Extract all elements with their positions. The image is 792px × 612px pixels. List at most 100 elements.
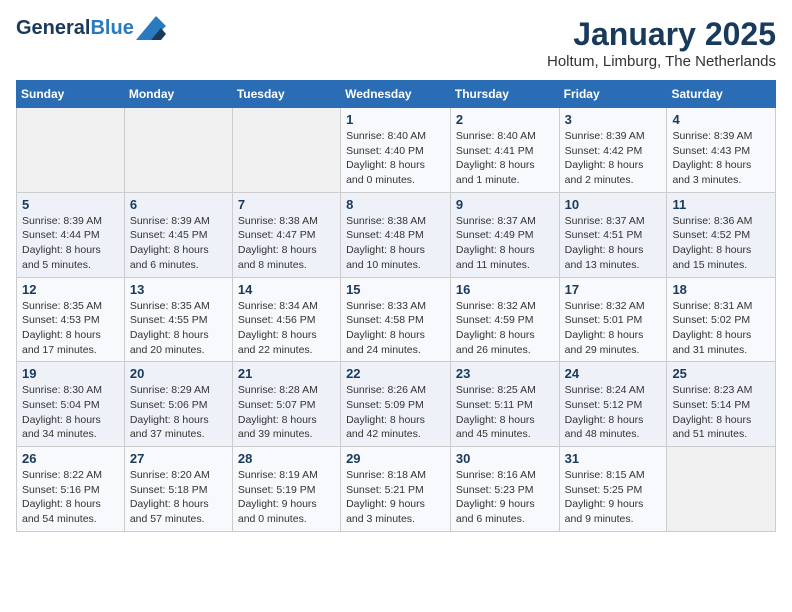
day-number: 23 <box>456 366 554 381</box>
day-info: Sunrise: 8:33 AMSunset: 4:58 PMDaylight:… <box>346 299 445 358</box>
day-info: Sunrise: 8:38 AMSunset: 4:48 PMDaylight:… <box>346 214 445 273</box>
calendar-cell: 11 Sunrise: 8:36 AMSunset: 4:52 PMDayligh… <box>667 192 776 277</box>
calendar-cell: 7 Sunrise: 8:38 AMSunset: 4:47 PMDaylight… <box>232 192 340 277</box>
day-info: Sunrise: 8:39 AMSunset: 4:43 PMDaylight:… <box>672 129 770 188</box>
day-number: 4 <box>672 112 770 127</box>
day-number: 20 <box>130 366 227 381</box>
calendar-cell: 14 Sunrise: 8:34 AMSunset: 4:56 PMDayligh… <box>232 277 340 362</box>
day-number: 7 <box>238 197 335 212</box>
day-number: 9 <box>456 197 554 212</box>
calendar-cell: 17 Sunrise: 8:32 AMSunset: 5:01 PMDayligh… <box>559 277 667 362</box>
calendar-cell <box>124 108 232 193</box>
day-info: Sunrise: 8:40 AMSunset: 4:40 PMDaylight:… <box>346 129 445 188</box>
calendar-cell: 29Sunrise: 8:18 AMSunset: 5:21 PMDayligh… <box>341 447 451 532</box>
calendar-cell: 23 Sunrise: 8:25 AMSunset: 5:11 PMDayligh… <box>450 362 559 447</box>
day-number: 24 <box>565 366 662 381</box>
day-info: Sunrise: 8:36 AMSunset: 4:52 PMDaylight:… <box>672 214 770 273</box>
day-info: Sunrise: 8:23 AMSunset: 5:14 PMDaylight:… <box>672 383 770 442</box>
calendar-cell: 4 Sunrise: 8:39 AMSunset: 4:43 PMDaylight… <box>667 108 776 193</box>
calendar-cell: 2 Sunrise: 8:40 AMSunset: 4:41 PMDaylight… <box>450 108 559 193</box>
day-info: Sunrise: 8:19 AMSunset: 5:19 PMDaylight:… <box>238 468 335 527</box>
weekday-header-row: SundayMondayTuesdayWednesdayThursdayFrid… <box>17 81 776 108</box>
day-info: Sunrise: 8:15 AMSunset: 5:25 PMDaylight:… <box>565 468 662 527</box>
day-number: 22 <box>346 366 445 381</box>
calendar-cell: 22 Sunrise: 8:26 AMSunset: 5:09 PMDayligh… <box>341 362 451 447</box>
calendar-week-row: 19Sunrise: 8:30 AMSunset: 5:04 PMDayligh… <box>17 362 776 447</box>
day-number: 14 <box>238 282 335 297</box>
day-number: 2 <box>456 112 554 127</box>
calendar-cell: 1Sunrise: 8:40 AMSunset: 4:40 PMDaylight… <box>341 108 451 193</box>
day-info: Sunrise: 8:39 AMSunset: 4:45 PMDaylight:… <box>130 214 227 273</box>
day-info: Sunrise: 8:32 AMSunset: 5:01 PMDaylight:… <box>565 299 662 358</box>
day-number: 8 <box>346 197 445 212</box>
day-info: Sunrise: 8:26 AMSunset: 5:09 PMDaylight:… <box>346 383 445 442</box>
calendar-week-row: 12Sunrise: 8:35 AMSunset: 4:53 PMDayligh… <box>17 277 776 362</box>
calendar-cell: 5 Sunrise: 8:39 AMSunset: 4:44 PMDaylight… <box>17 192 125 277</box>
calendar-cell <box>232 108 340 193</box>
calendar-cell: 6 Sunrise: 8:39 AMSunset: 4:45 PMDaylight… <box>124 192 232 277</box>
day-info: Sunrise: 8:39 AMSunset: 4:42 PMDaylight:… <box>565 129 662 188</box>
calendar-cell: 27 Sunrise: 8:20 AMSunset: 5:18 PMDayligh… <box>124 447 232 532</box>
calendar-cell: 31 Sunrise: 8:15 AMSunset: 5:25 PMDayligh… <box>559 447 667 532</box>
day-number: 11 <box>672 197 770 212</box>
day-number: 28 <box>238 451 335 466</box>
day-number: 13 <box>130 282 227 297</box>
calendar-cell: 28 Sunrise: 8:19 AMSunset: 5:19 PMDayligh… <box>232 447 340 532</box>
day-number: 31 <box>565 451 662 466</box>
calendar-cell: 12Sunrise: 8:35 AMSunset: 4:53 PMDayligh… <box>17 277 125 362</box>
day-info: Sunrise: 8:37 AMSunset: 4:49 PMDaylight:… <box>456 214 554 273</box>
logo: GeneralBlue <box>16 16 166 40</box>
day-info: Sunrise: 8:39 AMSunset: 4:44 PMDaylight:… <box>22 214 119 273</box>
day-info: Sunrise: 8:22 AMSunset: 5:16 PMDaylight:… <box>22 468 119 527</box>
day-info: Sunrise: 8:38 AMSunset: 4:47 PMDaylight:… <box>238 214 335 273</box>
day-info: Sunrise: 8:31 AMSunset: 5:02 PMDaylight:… <box>672 299 770 358</box>
calendar-week-row: 26 Sunrise: 8:22 AMSunset: 5:16 PMDayligh… <box>17 447 776 532</box>
day-info: Sunrise: 8:32 AMSunset: 4:59 PMDaylight:… <box>456 299 554 358</box>
day-number: 15 <box>346 282 445 297</box>
month-title: January 2025 <box>547 16 776 53</box>
calendar-cell: 3 Sunrise: 8:39 AMSunset: 4:42 PMDaylight… <box>559 108 667 193</box>
day-number: 25 <box>672 366 770 381</box>
day-number: 19 <box>22 366 119 381</box>
calendar-week-row: 1Sunrise: 8:40 AMSunset: 4:40 PMDaylight… <box>17 108 776 193</box>
day-number: 17 <box>565 282 662 297</box>
weekday-header-sunday: Sunday <box>17 81 125 108</box>
logo-icon <box>136 16 166 40</box>
day-number: 26 <box>22 451 119 466</box>
day-info: Sunrise: 8:35 AMSunset: 4:55 PMDaylight:… <box>130 299 227 358</box>
calendar-cell: 10 Sunrise: 8:37 AMSunset: 4:51 PMDayligh… <box>559 192 667 277</box>
day-number: 21 <box>238 366 335 381</box>
calendar-cell: 13 Sunrise: 8:35 AMSunset: 4:55 PMDayligh… <box>124 277 232 362</box>
day-number: 5 <box>22 197 119 212</box>
calendar-cell: 8 Sunrise: 8:38 AMSunset: 4:48 PMDaylight… <box>341 192 451 277</box>
day-info: Sunrise: 8:29 AMSunset: 5:06 PMDaylight:… <box>130 383 227 442</box>
day-info: Sunrise: 8:28 AMSunset: 5:07 PMDaylight:… <box>238 383 335 442</box>
calendar-week-row: 5 Sunrise: 8:39 AMSunset: 4:44 PMDaylight… <box>17 192 776 277</box>
day-number: 30 <box>456 451 554 466</box>
weekday-header-tuesday: Tuesday <box>232 81 340 108</box>
day-info: Sunrise: 8:34 AMSunset: 4:56 PMDaylight:… <box>238 299 335 358</box>
day-number: 6 <box>130 197 227 212</box>
calendar-cell: 21 Sunrise: 8:28 AMSunset: 5:07 PMDayligh… <box>232 362 340 447</box>
day-info: Sunrise: 8:40 AMSunset: 4:41 PMDaylight:… <box>456 129 554 188</box>
weekday-header-wednesday: Wednesday <box>341 81 451 108</box>
title-block: January 2025 Holtum, Limburg, The Nether… <box>547 16 776 70</box>
calendar-table: SundayMondayTuesdayWednesdayThursdayFrid… <box>16 80 776 532</box>
day-info: Sunrise: 8:25 AMSunset: 5:11 PMDaylight:… <box>456 383 554 442</box>
weekday-header-thursday: Thursday <box>450 81 559 108</box>
calendar-cell: 18Sunrise: 8:31 AMSunset: 5:02 PMDayligh… <box>667 277 776 362</box>
location-subtitle: Holtum, Limburg, The Netherlands <box>547 53 776 70</box>
calendar-cell: 19Sunrise: 8:30 AMSunset: 5:04 PMDayligh… <box>17 362 125 447</box>
weekday-header-monday: Monday <box>124 81 232 108</box>
day-info: Sunrise: 8:37 AMSunset: 4:51 PMDaylight:… <box>565 214 662 273</box>
day-number: 27 <box>130 451 227 466</box>
calendar-cell: 26 Sunrise: 8:22 AMSunset: 5:16 PMDayligh… <box>17 447 125 532</box>
weekday-header-friday: Friday <box>559 81 667 108</box>
calendar-cell: 15 Sunrise: 8:33 AMSunset: 4:58 PMDayligh… <box>341 277 451 362</box>
calendar-cell <box>667 447 776 532</box>
day-number: 16 <box>456 282 554 297</box>
day-number: 10 <box>565 197 662 212</box>
day-info: Sunrise: 8:20 AMSunset: 5:18 PMDaylight:… <box>130 468 227 527</box>
calendar-cell <box>17 108 125 193</box>
day-number: 3 <box>565 112 662 127</box>
